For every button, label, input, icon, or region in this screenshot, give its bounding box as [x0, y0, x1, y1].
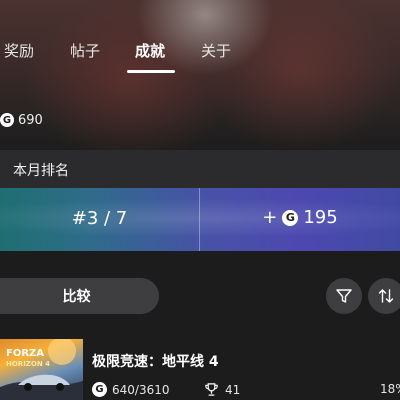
tab-rewards[interactable]: 奖励 [4, 40, 34, 61]
monthly-ranking-card[interactable]: #3 / 7 + G 195 [0, 188, 400, 251]
reward-value: 195 [303, 207, 338, 228]
gamerscore-value: 690 [18, 112, 43, 128]
tab-achievements[interactable]: 成就 [135, 40, 165, 61]
game-score-value: 640/3610 [112, 382, 170, 397]
game-progress-percent: 18% [380, 382, 400, 396]
monthly-ranking-title: 本月排名 [13, 163, 69, 179]
reward-gamerscore: + G 195 [200, 207, 400, 228]
game-cover-art: FORZA HORIZON 4 [0, 339, 83, 400]
active-tab-indicator [127, 70, 175, 73]
trophy-icon [205, 383, 218, 396]
gamerscore-icon: G [92, 382, 107, 397]
tab-bar: 奖励 帖子 成就 关于 [0, 0, 400, 80]
achievements-value: 41 [225, 382, 241, 397]
tab-posts[interactable]: 帖子 [70, 40, 100, 61]
game-thumbnail[interactable]: FORZA HORIZON 4 [0, 339, 83, 400]
gamerscore-total: G 690 [0, 111, 43, 129]
tab-about[interactable]: 关于 [201, 40, 231, 61]
game-achievements-count: 41 [204, 382, 240, 397]
filter-icon [336, 289, 352, 303]
sort-icon [378, 289, 394, 303]
compare-button[interactable]: 比较 [0, 278, 159, 314]
game-gamerscore: G 640/3610 [92, 382, 170, 397]
game-title[interactable]: 极限竞速：地平线 4 [92, 351, 219, 371]
gamerscore-icon: G [0, 113, 14, 127]
cover-title-line-1: FORZA [6, 348, 44, 359]
sort-button[interactable] [368, 278, 400, 314]
rank-position: #3 / 7 [71, 208, 128, 229]
monthly-ranking-header: 本月排名 [0, 150, 400, 188]
filter-button[interactable] [326, 278, 362, 314]
cover-title-line-2: HORIZON 4 [6, 360, 50, 368]
gamerscore-icon: G [282, 209, 299, 226]
reward-prefix: + [262, 207, 278, 228]
